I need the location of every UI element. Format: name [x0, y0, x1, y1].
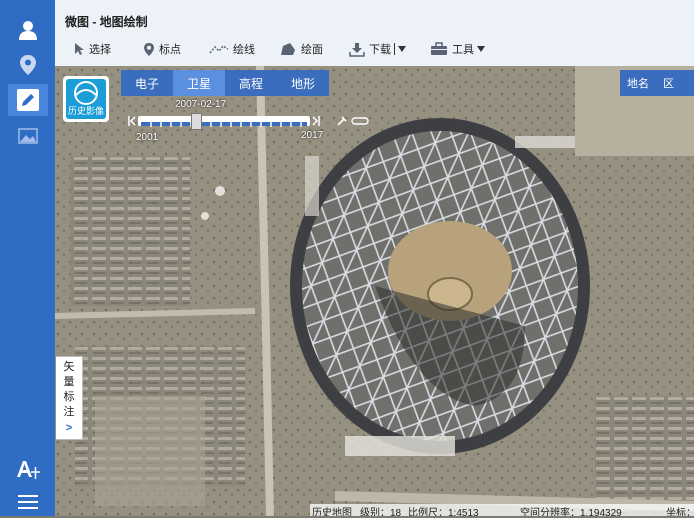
tab-satellite[interactable]: 卫星 [173, 70, 225, 96]
image-button[interactable] [8, 120, 48, 152]
vector-tab-char: 标 [63, 391, 75, 403]
status-level: 级别：18 [360, 508, 402, 516]
status-coord: 坐标： [666, 508, 694, 516]
status-scale: 比例尺：1:4513 [408, 508, 479, 516]
toolbox-icon [431, 42, 447, 55]
polyline-tool-label: 绘线 [233, 44, 255, 56]
timeline-end-year: 2017 [301, 130, 324, 141]
history-imagery-label: 历史影像 [67, 106, 104, 116]
tab-elevation[interactable]: 高程 [225, 70, 277, 96]
marker-icon [144, 42, 154, 56]
polyline-tool[interactable]: 绘线 [209, 40, 255, 58]
download-tool[interactable]: 下载 [349, 40, 410, 58]
map-type-tabs: 电子 卫星 高程 地形 [121, 70, 329, 96]
layer-placenames[interactable]: 地名 [620, 70, 656, 96]
tools-menu-label: 工具 [452, 44, 474, 56]
marker-tool-label: 标点 [159, 44, 181, 56]
menu-button[interactable] [8, 486, 48, 518]
expand-arrow-icon: > [65, 422, 73, 434]
draw-button[interactable] [8, 84, 48, 116]
caret-down-icon [477, 46, 485, 52]
menu-icon [18, 495, 38, 509]
status-bar: 历史地图 级别：18 比例尺：1:4513 空间分辨率：1.194329 坐标： [310, 504, 694, 516]
status-resolution: 空间分辨率：1.194329 [520, 508, 622, 516]
timeline-settings-icon[interactable] [336, 115, 370, 127]
history-logo-icon [74, 81, 98, 105]
timeline-current-date: 2007-02-17 [175, 99, 227, 110]
tab-electronic[interactable]: 电子 [121, 70, 173, 96]
download-tool-label: 下载 [369, 44, 391, 56]
polyline-icon [209, 45, 229, 54]
image-icon [18, 128, 38, 144]
cursor-icon [75, 43, 84, 55]
tools-menu[interactable]: 工具 [430, 40, 489, 58]
timeline-start-year: 2001 [136, 132, 159, 143]
user-icon [19, 21, 37, 40]
layer-toggles: 地名 区 [620, 70, 694, 96]
vector-tab-char: 量 [63, 376, 75, 388]
polygon-tool-label: 绘面 [301, 44, 323, 56]
polygon-icon [281, 43, 295, 55]
left-sidebar [0, 0, 55, 516]
select-tool-label: 选择 [89, 44, 111, 56]
user-button[interactable] [8, 14, 48, 46]
tab-terrain[interactable]: 地形 [277, 70, 329, 96]
timeline-ticks [141, 121, 307, 127]
download-icon [349, 42, 365, 57]
history-imagery-button[interactable]: 历史影像 [63, 76, 109, 122]
timeline-handle[interactable] [190, 113, 202, 130]
app-title: 微图 - 地图绘制 [65, 15, 148, 29]
vector-tab-char: 注 [63, 406, 75, 418]
vector-annotation-tab[interactable]: 矢 量 标 注 > [56, 356, 83, 440]
text-style-icon [17, 461, 40, 479]
status-layer: 历史地图 [312, 508, 352, 516]
marker-tool[interactable]: 标点 [143, 40, 181, 58]
timeline-next-icon[interactable] [312, 116, 320, 126]
vector-tab-char: 矢 [63, 361, 75, 373]
polygon-tool[interactable]: 绘面 [279, 40, 323, 58]
timeline-slider[interactable] [138, 116, 310, 127]
top-toolbar: 微图 - 地图绘制 选择 标点 绘线 绘面 下载 工具 [55, 0, 694, 67]
caret-down-icon [398, 46, 406, 52]
location-button[interactable] [8, 49, 48, 81]
pencil-icon [17, 89, 39, 111]
layer-district[interactable]: 区 [656, 70, 681, 96]
location-icon [20, 55, 36, 75]
timeline-prev-icon[interactable] [128, 116, 136, 126]
select-tool[interactable]: 选择 [73, 40, 111, 58]
text-style-button[interactable] [8, 453, 48, 485]
